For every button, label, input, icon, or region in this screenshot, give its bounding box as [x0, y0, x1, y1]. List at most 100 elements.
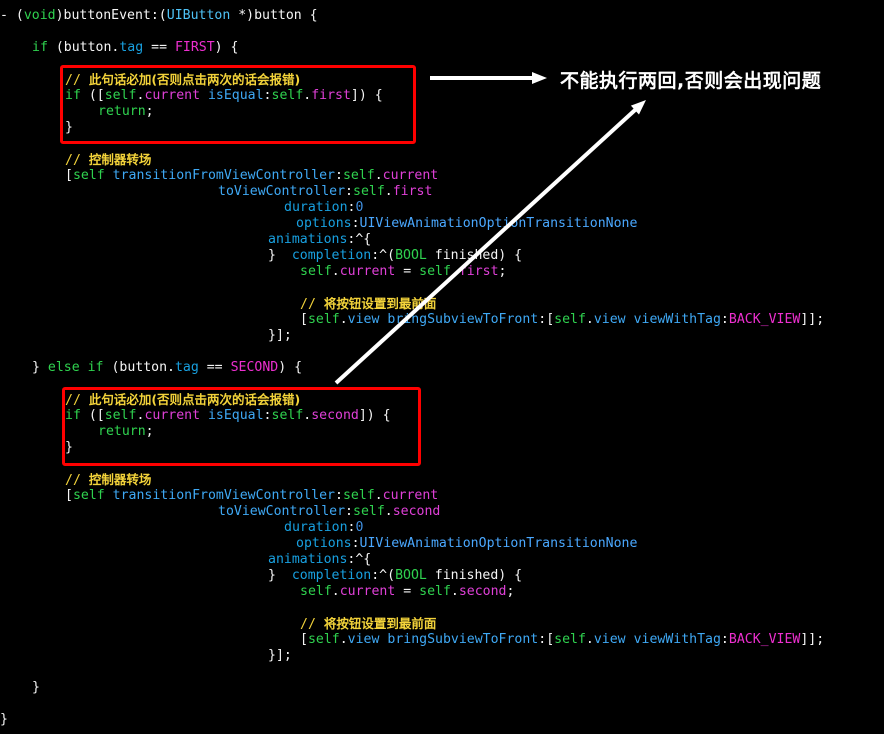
code-token-property: animations: [268, 232, 348, 247]
code-token-comment: 此句话必加(否则点击两次的话会报错): [88, 392, 301, 407]
code-line: self.current = self.second;: [0, 584, 514, 600]
code-token-plain: }: [65, 120, 73, 135]
code-token-self: self: [104, 88, 137, 103]
code-token-method: view: [593, 632, 626, 647]
code-token-plain: ==: [198, 360, 231, 375]
code-token-ivar: second: [311, 408, 359, 423]
code-token-method: view: [347, 312, 380, 327]
code-token-plain: :: [263, 408, 272, 423]
code-token-plain: }];: [268, 648, 292, 663]
code-line: }: [0, 712, 8, 728]
code-token-constant: BACK_VIEW: [728, 312, 801, 327]
code-line: self.current = self.first;: [0, 264, 507, 280]
code-token-plain: .: [384, 184, 393, 199]
code-token-property: completion: [291, 568, 372, 583]
code-token-plain: :: [334, 488, 343, 503]
code-line: animations:^{: [0, 232, 371, 248]
code-token-ivar: second: [392, 504, 441, 519]
code-token-method: isEqual: [207, 88, 264, 103]
code-token-number: 0: [355, 200, 364, 215]
code-token-plain: }: [32, 360, 48, 375]
code-token-comment: //: [65, 153, 89, 168]
code-token-self: self: [72, 488, 105, 503]
code-token-keyword: BOOL: [395, 568, 427, 583]
code-token-comment: 控制器转场: [88, 152, 152, 167]
code-token-self: self: [300, 264, 332, 279]
code-token-property: completion: [291, 248, 372, 263]
code-token-plain: ;: [145, 424, 154, 439]
code-token-method: bringSubviewToFront: [387, 632, 539, 647]
code-token-plain: [: [300, 312, 308, 327]
code-token-ivar: first: [458, 264, 499, 279]
code-token-ivar: first: [392, 184, 433, 199]
code-token-enum: UIViewAnimationOptionTransitionNone: [359, 216, 638, 231]
code-token-constant: SECOND: [230, 360, 279, 375]
code-line: } completion:^(BOOL finished) {: [0, 568, 522, 584]
code-line: animations:^{: [0, 552, 371, 568]
code-token-plain: }: [65, 440, 73, 455]
code-line: options:UIViewAnimationOptionTransitionN…: [0, 536, 637, 552]
code-token-ivar: current: [339, 584, 396, 599]
code-token-self: self: [554, 312, 586, 327]
code-token-plain: :^(: [371, 568, 396, 583]
code-token-ivar: current: [339, 264, 396, 279]
code-token-self: self: [104, 408, 137, 423]
code-token-plain: .: [331, 584, 340, 599]
code-token-keyword: BOOL: [395, 248, 427, 263]
code-token-method: transitionFromViewController: [112, 488, 335, 503]
code-token-comment: //: [65, 473, 89, 488]
code-token-method: bringSubviewToFront: [387, 312, 539, 327]
code-token-plain: (button.: [103, 360, 175, 375]
code-line: }: [0, 120, 73, 136]
code-token-plain: :: [345, 184, 353, 199]
code-line: }];: [0, 328, 292, 344]
code-token-plain: :[: [538, 632, 555, 647]
code-line: [self transitionFromViewController:self.…: [0, 168, 438, 184]
code-token-plain: *)button {: [230, 8, 318, 23]
code-token-plain: :: [351, 216, 360, 231]
code-token-method: view: [347, 632, 380, 647]
code-token-self: self: [353, 184, 385, 199]
code-line: }];: [0, 648, 292, 664]
code-line: [self transitionFromViewController:self.…: [0, 488, 438, 504]
code-line: return;: [0, 424, 154, 440]
code-token-plain: ([: [80, 88, 105, 103]
code-token-keyword: if: [87, 360, 104, 375]
code-token-plain: .: [585, 312, 594, 327]
code-token-plain: [: [65, 488, 73, 503]
code-token-plain: .: [374, 488, 383, 503]
code-token-number: 0: [355, 520, 364, 535]
code-line: toViewController:self.second: [0, 504, 440, 520]
code-token-self: self: [72, 168, 105, 183]
code-line: // 控制器转场: [0, 152, 151, 169]
code-line: duration:0: [0, 200, 363, 216]
code-line: [self.view bringSubviewToFront:[self.vie…: [0, 312, 824, 328]
code-token-self: self: [419, 264, 451, 279]
code-token-plain: ) {: [214, 40, 239, 55]
code-line: } else if (button.tag == SECOND) {: [0, 360, 302, 376]
code-token-property: animations: [268, 552, 348, 567]
code-token-keyword: return: [98, 424, 146, 439]
code-token-keyword: if: [65, 88, 81, 103]
code-token-plain: :: [351, 536, 360, 551]
code-token-plain: .: [450, 264, 459, 279]
code-line: toViewController:self.first: [0, 184, 432, 200]
code-line: // 控制器转场: [0, 472, 151, 489]
code-token-self: self: [307, 312, 340, 327]
code-token-plain: finished) {: [426, 568, 523, 583]
code-token-constant: BACK_VIEW: [728, 632, 801, 647]
code-token-keyword: if: [32, 40, 48, 55]
code-token-self: self: [271, 88, 304, 103]
code-token-constant: FIRST: [174, 40, 215, 55]
code-token-plain: [: [65, 168, 73, 183]
code-token-self: self: [554, 632, 586, 647]
code-token-method: transitionFromViewController: [112, 168, 335, 183]
code-token-plain: }: [0, 712, 8, 727]
code-token-plain: :^{: [347, 232, 372, 247]
code-token-self: self: [353, 504, 385, 519]
code-token-self: self: [342, 488, 375, 503]
